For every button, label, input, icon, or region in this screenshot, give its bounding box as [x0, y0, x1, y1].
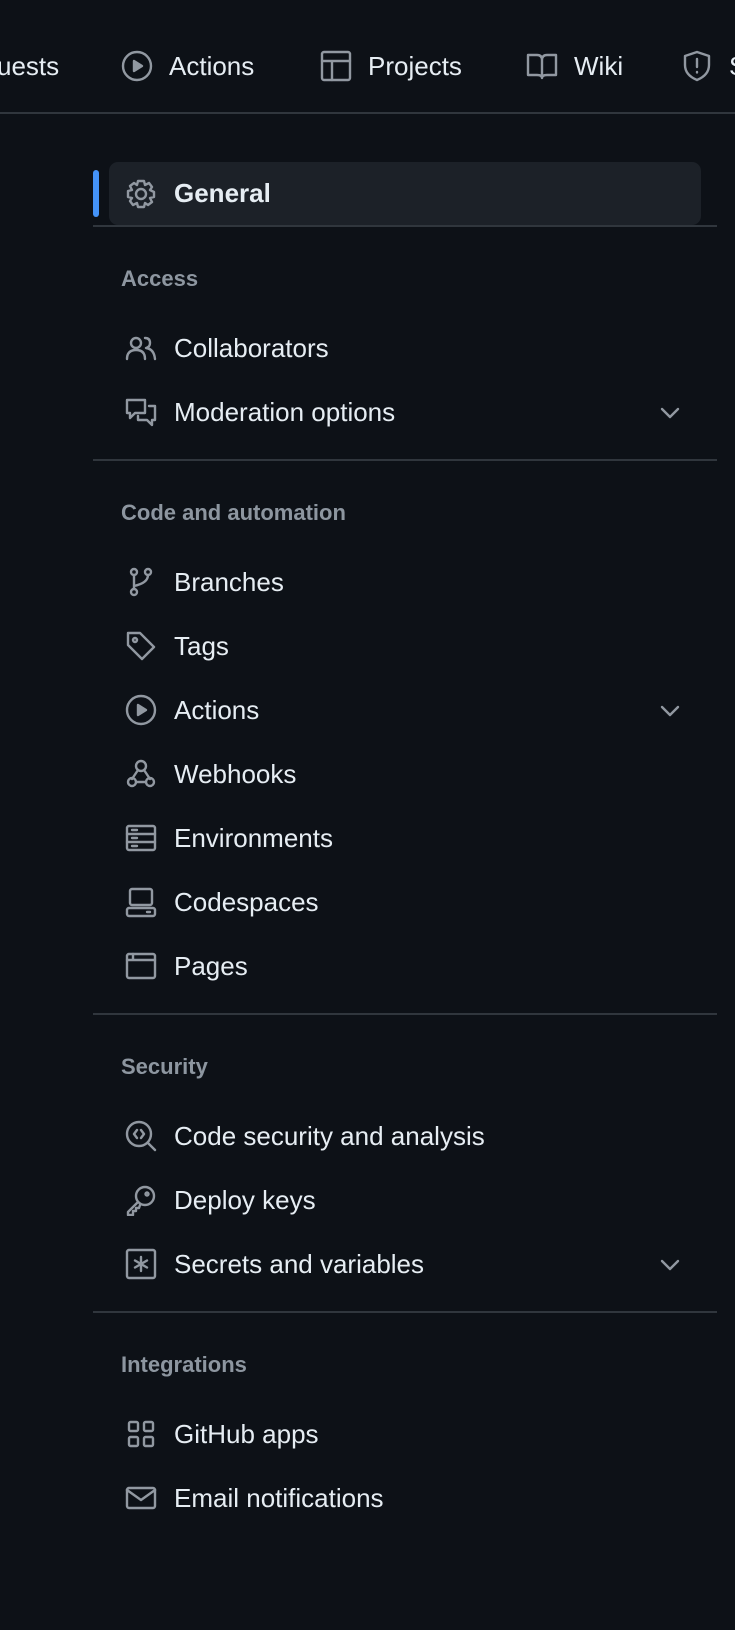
section-code-and-automation: Code and automation Branches Tags Action…: [93, 459, 717, 998]
sidebar-item-label: Actions: [174, 694, 260, 725]
sidebar-item-label: Pages: [174, 950, 248, 981]
sidebar-item-label: Branches: [174, 566, 284, 597]
sidebar-item-code-security[interactable]: Code security and analysis: [93, 1104, 717, 1168]
tab-label: Wiki: [574, 50, 624, 81]
repo-nav: uests Actions Projects Wiki S: [0, 0, 735, 114]
sidebar-item-moderation-options[interactable]: Moderation options: [93, 380, 717, 444]
gear-icon: [126, 179, 156, 208]
people-icon: [125, 336, 157, 361]
sidebar-item-label: Deploy keys: [174, 1184, 316, 1215]
tab-label: S: [729, 51, 735, 82]
server-icon: [125, 824, 157, 852]
sidebar-item-label: Tags: [174, 630, 229, 661]
section-heading: Security: [121, 1054, 208, 1079]
sidebar-item-label: Secrets and variables: [174, 1248, 425, 1279]
section-integrations: Integrations GitHub apps Email notificat…: [93, 1311, 717, 1530]
sidebar-item-label: Environments: [174, 822, 333, 853]
play-icon: [125, 694, 157, 726]
codespaces-icon: [125, 887, 157, 918]
settings-sidebar: General Access Collaborators Moderation …: [93, 162, 717, 1545]
sidebar-item-tags[interactable]: Tags: [93, 614, 717, 678]
table-icon: [320, 50, 352, 82]
book-icon: [526, 53, 558, 80]
sidebar-item-actions[interactable]: Actions: [93, 678, 717, 742]
section-heading: Integrations: [121, 1352, 247, 1377]
sidebar-item-collaborators[interactable]: Collaborators: [93, 316, 717, 380]
key-icon: [126, 1185, 156, 1216]
git-branch-icon: [129, 567, 153, 597]
sidebar-item-label: Webhooks: [174, 758, 297, 789]
codescan-icon: [125, 1120, 157, 1152]
selected-indicator: [93, 170, 99, 217]
mail-icon: [125, 1486, 157, 1510]
sidebar-item-label: Email notifications: [174, 1482, 384, 1513]
tab-label: Actions: [169, 50, 255, 81]
sidebar-item-email-notifications[interactable]: Email notifications: [93, 1466, 717, 1530]
section-heading: Code and automation: [121, 500, 346, 525]
tab-actions[interactable]: Actions: [121, 46, 254, 86]
webhook-icon: [126, 759, 156, 788]
sidebar-item-environments[interactable]: Environments: [93, 806, 717, 870]
sidebar-item-label: Codespaces: [174, 886, 319, 917]
sidebar-item-webhooks[interactable]: Webhooks: [93, 742, 717, 806]
sidebar-item-label: Moderation options: [174, 396, 396, 427]
tab-security[interactable]: S: [681, 46, 735, 86]
sidebar-item-secrets-and-variables[interactable]: Secrets and variables: [93, 1232, 717, 1296]
sidebar-item-branches[interactable]: Branches: [93, 550, 717, 614]
browser-icon: [125, 952, 157, 980]
sidebar-item-pages[interactable]: Pages: [93, 934, 717, 998]
sidebar-item-label: GitHub apps: [174, 1418, 319, 1449]
tab-wiki[interactable]: Wiki: [526, 46, 623, 86]
sidebar-item-codespaces[interactable]: Codespaces: [93, 870, 717, 934]
section-security: Security Code security and analysis Depl…: [93, 1013, 717, 1296]
sidebar-item-deploy-keys[interactable]: Deploy keys: [93, 1168, 717, 1232]
sidebar-item-github-apps[interactable]: GitHub apps: [93, 1402, 717, 1466]
sidebar-item-label: General: [174, 178, 271, 208]
shield-icon: [683, 50, 711, 82]
sidebar-item-general[interactable]: General: [93, 162, 701, 225]
sidebar-item-label: Code security and analysis: [174, 1120, 485, 1151]
section-access: Access Collaborators Moderation options: [93, 225, 717, 444]
chevron-down-icon[interactable]: [659, 1254, 681, 1276]
tab-pull-requests[interactable]: uests: [0, 46, 59, 86]
comment-discussion-icon: [125, 398, 157, 427]
tab-projects[interactable]: Projects: [320, 46, 462, 86]
apps-icon: [127, 1420, 155, 1448]
tag-icon: [126, 631, 156, 661]
tab-label: uests: [0, 50, 60, 81]
play-icon: [121, 50, 153, 82]
chevron-down-icon[interactable]: [659, 402, 681, 424]
tab-label: Projects: [368, 50, 462, 81]
key-asterisk-icon: [125, 1248, 157, 1280]
section-heading: Access: [121, 266, 199, 291]
chevron-down-icon[interactable]: [659, 700, 681, 722]
sidebar-item-label: Collaborators: [174, 332, 329, 363]
